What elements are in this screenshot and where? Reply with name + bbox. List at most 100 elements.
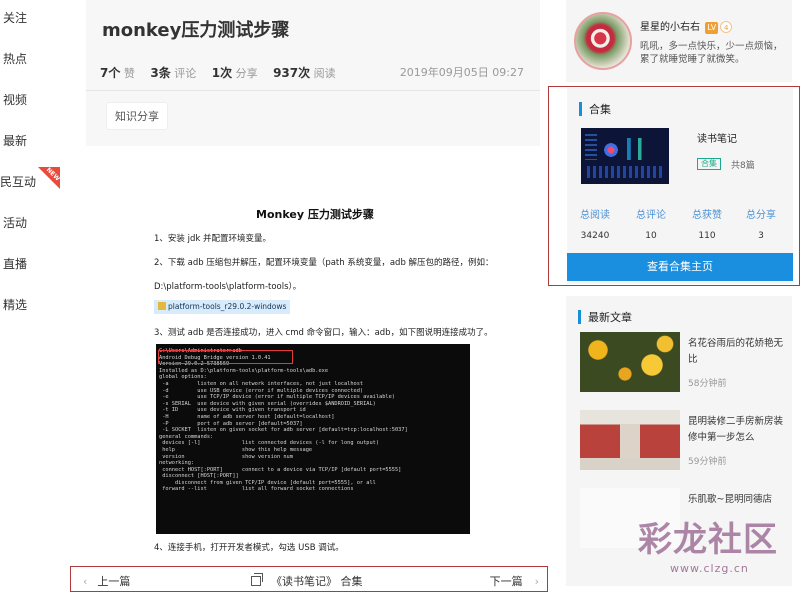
chevron-left-icon: ‹ [83, 575, 88, 588]
terminal-line: -P port of adb server [default=5037] [159, 420, 303, 427]
view-collection-button[interactable]: 查看合集主页 [567, 253, 793, 281]
terminal-line: general commands: [159, 433, 214, 440]
step-3: 3、测试 adb 是否连接成功，进入 cmd 命令窗口，输入：adb，如下图说明… [154, 328, 493, 338]
article-heading: Monkey 压力测试步骤 [256, 208, 374, 221]
stat-value: 3 [758, 231, 764, 241]
author-name[interactable]: 星星的小右右 [640, 22, 700, 33]
recent-section-title: 最新文章 [588, 311, 632, 324]
collection-name[interactable]: 读书笔记 [697, 130, 737, 145]
terminal-line: -L SOCKET listen on given socket for adb… [159, 427, 408, 434]
list-item[interactable]: 名花谷雨后的花娇艳无比 58分钟前 [580, 332, 784, 392]
reads-stat: 937次 阅读 [273, 66, 336, 80]
terminal-highlight-box [158, 350, 293, 364]
section-accent-bar [579, 102, 582, 116]
shares-stat[interactable]: 1次 分享 [212, 66, 258, 80]
step-4: 4、连接手机，打开开发者模式，勾选 USB 调试。 [154, 543, 344, 553]
watermark-logo: 彩龙社区 [638, 520, 778, 560]
nav-item-hot[interactable]: 热点 [0, 44, 64, 74]
stat-label: 总阅读 [580, 210, 610, 221]
terminal-line: disconnect [HOST[:PORT]] [159, 473, 239, 480]
terminal-line: global options: [159, 374, 207, 381]
step-2-path: D:\platform-tools\platform-tools）。 [154, 282, 302, 292]
article-nav-bar: ‹ 上一篇 《读书笔记》 合集 下一篇 › [70, 566, 548, 592]
likes-label: 赞 [123, 67, 135, 80]
comments-count: 3条 [150, 66, 171, 80]
article-time: 59分钟前 [688, 457, 727, 467]
collection-thumbnail[interactable] [581, 128, 669, 184]
avatar[interactable] [574, 12, 632, 70]
article-title: 乐肌歌~昆明同德店 [688, 494, 772, 505]
left-nav: 关注 热点 视频 最新 农民互动 NEW 活动 直播 精选 [0, 0, 64, 560]
likes-count: 7个 [100, 66, 121, 80]
collection-icon [251, 573, 263, 586]
list-item[interactable]: 昆明装修二手房新房装修中第一步怎么 59分钟前 [580, 410, 784, 470]
likes-stat[interactable]: 7个 赞 [100, 66, 135, 80]
terminal-line: version show version num [159, 453, 293, 460]
comments-stat[interactable]: 3条 评论 [150, 66, 197, 80]
terminal-line: Installed as D:\platform-tools\platform-… [159, 367, 329, 374]
reads-count: 937次 [273, 66, 311, 80]
nav-item-video[interactable]: 视频 [0, 85, 64, 115]
article-header: monkey压力测试步骤 7个 赞 3条 评论 1次 分享 937次 阅读 20… [86, 0, 540, 146]
main-column: monkey压力测试步骤 7个 赞 3条 评论 1次 分享 937次 阅读 20… [86, 0, 540, 560]
thumb-shape [627, 138, 663, 160]
terminal-line: connect HOST[:PORT] connect to a device … [159, 466, 402, 473]
author-bio: 吼吼，多一点快乐，少一点烦恼，累了就睡觉睡了就微笑。 [640, 41, 783, 65]
article-time: 58分钟前 [688, 379, 727, 389]
nav-item-latest[interactable]: 最新 [0, 126, 64, 156]
section-accent-bar [578, 310, 581, 324]
collection-badge: 合集 [697, 158, 721, 170]
page-title: monkey压力测试步骤 [102, 20, 290, 41]
article-title: 名花谷雨后的花娇艳无比 [688, 338, 784, 365]
terminal-line: -a listen on all network interfaces, not… [159, 380, 364, 387]
article-thumbnail [580, 332, 680, 392]
author-name-row: 星星的小右右 LV 4 [640, 18, 733, 34]
terminal-line: -H name of adb server host [default=loca… [159, 413, 335, 420]
folder-icon [158, 302, 166, 310]
nav-item-live[interactable]: 直播 [0, 249, 64, 279]
nav-item-featured[interactable]: 精选 [0, 290, 64, 320]
thumb-shape [585, 134, 597, 160]
terminal-line: -e use TCP/IP device (error if multiple … [159, 394, 395, 401]
terminal-line: forward --list list all forward socket c… [159, 486, 354, 493]
collection-section-title: 合集 [589, 103, 611, 116]
article-title: 昆明装修二手房新房装修中第一步怎么 [688, 416, 784, 443]
next-label: 下一篇 [489, 575, 523, 588]
terminal-line: networking: [159, 460, 195, 467]
file-attachment-name: platform-tools_r29.0.2-windows [168, 302, 287, 311]
shares-label: 分享 [235, 67, 258, 80]
nav-item-follow[interactable]: 关注 [0, 3, 64, 33]
step-2: 2、下载 adb 压缩包并解压，配置环境变量（path 系统变量，adb 解压包… [154, 258, 494, 268]
terminal-line: disconnect from given TCP/IP device [def… [159, 479, 376, 486]
stat-label: 总获赞 [692, 210, 722, 221]
stat-label: 总分享 [746, 210, 776, 221]
header-divider [86, 90, 540, 91]
thumb-shape [587, 166, 663, 178]
stat-label: 总评论 [636, 210, 666, 221]
collection-count: 共8篇 [731, 161, 755, 171]
next-article-button[interactable]: 下一篇 › [490, 573, 539, 589]
level-badge: LV [705, 22, 719, 34]
article-thumbnail [580, 410, 680, 470]
terminal-screenshot: C:\Users\Administrator>adb Android Debug… [156, 344, 470, 534]
comments-label: 评论 [174, 67, 197, 80]
thumb-shape [603, 142, 619, 158]
file-attachment[interactable]: platform-tools_r29.0.2-windows [154, 300, 291, 314]
nav-item-activity[interactable]: 活动 [0, 208, 64, 238]
author-profile: 星星的小右右 LV 4 吼吼，多一点快乐，少一点烦恼，累了就睡觉睡了就微笑。 [566, 0, 792, 82]
reads-label: 阅读 [313, 67, 336, 80]
level-number: 4 [720, 21, 733, 33]
collection-link[interactable]: 《读书笔记》 合集 [251, 573, 363, 589]
page: 关注 热点 视频 最新 农民互动 NEW 活动 直播 精选 monkey压力测试… [0, 0, 800, 592]
publish-date: 2019年09月05日 09:27 [399, 66, 524, 79]
terminal-line: -t ID use device with given transport id [159, 407, 306, 414]
tag-knowledge-share[interactable]: 知识分享 [106, 102, 168, 130]
stat-value: 10 [645, 231, 657, 241]
article-stats: 7个 赞 3条 评论 1次 分享 937次 阅读 [100, 64, 348, 81]
site-watermark: 彩龙社区 www.clzg.cn [638, 512, 798, 584]
right-sidebar: 星星的小右右 LV 4 吼吼，多一点快乐，少一点烦恼，累了就睡觉睡了就微笑。 合集… [548, 0, 800, 592]
stat-value: 110 [698, 231, 716, 241]
chevron-right-icon: › [534, 575, 539, 588]
collection-stat-comments: 总评论 10 [623, 206, 679, 241]
prev-article-button[interactable]: ‹ 上一篇 [83, 573, 130, 589]
